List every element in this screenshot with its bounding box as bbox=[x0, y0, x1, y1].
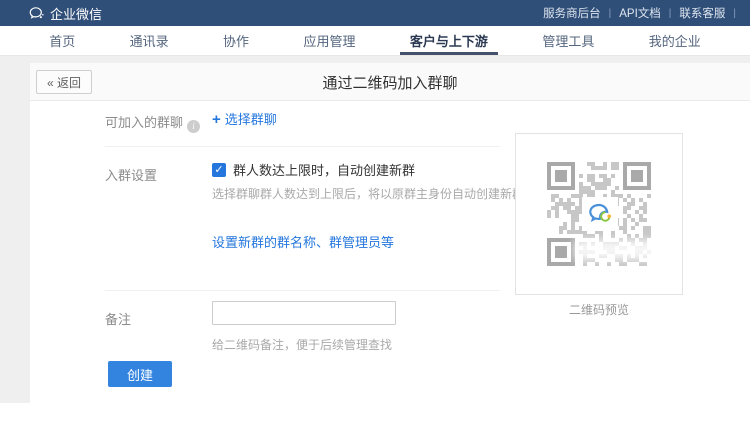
auto-create-group-checkbox-row[interactable]: ✓ 群人数达上限时，自动创建新群 bbox=[212, 160, 415, 179]
plus-icon: + bbox=[212, 111, 221, 128]
checkbox-label[interactable]: 群人数达上限时，自动创建新群 bbox=[233, 160, 415, 179]
brand-name: 企业微信 bbox=[50, 4, 102, 23]
separator: | bbox=[733, 8, 736, 19]
join-settings-helper: 选择群聊群人数达到上限后，将以原群主身份自动创建新群 bbox=[212, 185, 524, 202]
nav-my-company[interactable]: 我的企业 bbox=[645, 26, 705, 55]
topbar-links: 服务商后台 | API文档 | 联系客服 | bbox=[535, 5, 736, 21]
qr-watermark-blur bbox=[574, 240, 660, 260]
nav-contacts[interactable]: 通讯录 bbox=[126, 26, 173, 55]
nav-app-management[interactable]: 应用管理 bbox=[299, 26, 359, 55]
remark-helper: 给二维码备注，便于后续管理查找 bbox=[212, 336, 392, 353]
topbar-link-api-docs[interactable]: API文档 bbox=[611, 5, 669, 21]
select-group-link[interactable]: +选择群聊 bbox=[212, 109, 277, 128]
qr-preview-card bbox=[515, 133, 683, 295]
section-divider bbox=[105, 290, 500, 291]
nav-management-tools[interactable]: 管理工具 bbox=[538, 26, 598, 55]
joinable-group-label: 可加入的群聊i bbox=[105, 112, 200, 133]
panel-header: « 返回 通过二维码加入群聊 bbox=[30, 63, 750, 101]
remark-label: 备注 bbox=[105, 309, 131, 328]
brand[interactable]: 企业微信 bbox=[28, 4, 102, 23]
remark-input[interactable] bbox=[212, 301, 396, 325]
content-panel: « 返回 通过二维码加入群聊 可加入的群聊i +选择群聊 入群设置 ✓ 群人数达… bbox=[30, 63, 750, 403]
nav-customers-upstream-downstream[interactable]: 客户与上下游 bbox=[406, 26, 492, 55]
nav-collaboration[interactable]: 协作 bbox=[219, 26, 253, 55]
main-nav: 首页 通讯录 协作 应用管理 客户与上下游 管理工具 我的企业 bbox=[0, 26, 750, 56]
topbar: 企业微信 服务商后台 | API文档 | 联系客服 | bbox=[0, 0, 750, 26]
checkbox-checked-icon[interactable]: ✓ bbox=[212, 163, 226, 177]
panel-body: 可加入的群聊i +选择群聊 入群设置 ✓ 群人数达上限时，自动创建新群 选择群聊… bbox=[30, 101, 750, 403]
join-settings-label: 入群设置 bbox=[105, 165, 157, 184]
section-divider bbox=[105, 146, 500, 147]
create-button[interactable]: 创建 bbox=[108, 361, 172, 387]
new-group-settings-link[interactable]: 设置新群的群名称、群管理员等 bbox=[212, 232, 394, 251]
page-title: 通过二维码加入群聊 bbox=[30, 63, 750, 101]
topbar-link-contact-support[interactable]: 联系客服 bbox=[671, 5, 733, 21]
nav-home[interactable]: 首页 bbox=[45, 26, 79, 55]
info-icon[interactable]: i bbox=[187, 120, 200, 133]
wecom-logo-icon bbox=[28, 5, 45, 22]
topbar-link-service-provider[interactable]: 服务商后台 bbox=[535, 5, 609, 21]
qr-preview-caption: 二维码预览 bbox=[515, 301, 683, 318]
wecom-qr-logo-icon bbox=[582, 197, 618, 231]
